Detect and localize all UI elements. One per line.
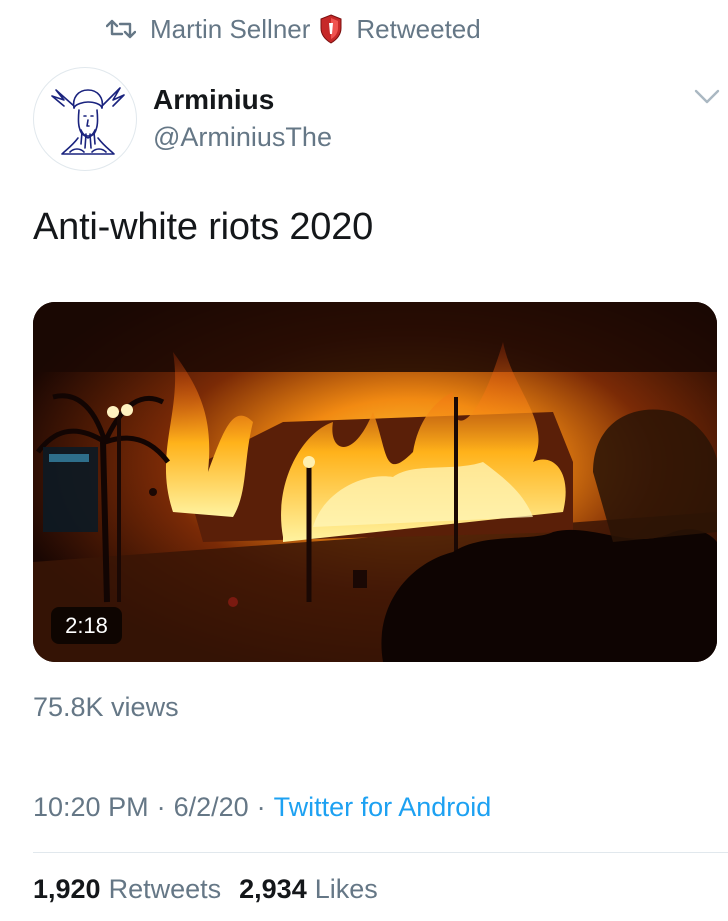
retweeted-label: Retweeted <box>356 13 481 44</box>
retweet-icon <box>106 19 136 39</box>
avatar[interactable] <box>33 67 137 171</box>
likes-count[interactable]: 2,934 <box>239 874 307 905</box>
meta-separator: · <box>156 792 166 822</box>
likes-label[interactable]: Likes <box>315 874 378 905</box>
video-duration-badge: 2:18 <box>51 607 122 644</box>
engagement-stats: 1,920 Retweets 2,934 Likes <box>33 874 396 905</box>
tweet-metadata: 10:20 PM · 6/2/20 · Twitter for Android <box>33 792 491 823</box>
divider <box>33 852 728 853</box>
tweet-time: 10:20 PM <box>33 792 149 822</box>
retweets-count[interactable]: 1,920 <box>33 874 101 905</box>
retweet-context[interactable]: Martin Sellner Retweeted <box>106 12 481 46</box>
retweets-label[interactable]: Retweets <box>109 874 222 905</box>
video-player[interactable] <box>33 302 717 662</box>
tweet-text: Anti-white riots 2020 <box>33 206 374 248</box>
winged-helmet-head-avatar <box>51 87 125 155</box>
tweet-date: 6/2/20 <box>173 792 249 822</box>
video-thumbnail <box>33 302 717 662</box>
view-count: 75.8K views <box>33 692 179 722</box>
retweeter-name[interactable]: Martin Sellner <box>150 14 310 45</box>
author-handle[interactable]: @ArminiusThe <box>153 122 332 153</box>
tweet-source-link[interactable]: Twitter for Android <box>274 792 492 823</box>
shield-icon <box>320 14 342 44</box>
author-display-name[interactable]: Arminius <box>153 84 274 116</box>
meta-separator: · <box>256 792 266 822</box>
chevron-down-icon[interactable] <box>694 88 720 106</box>
